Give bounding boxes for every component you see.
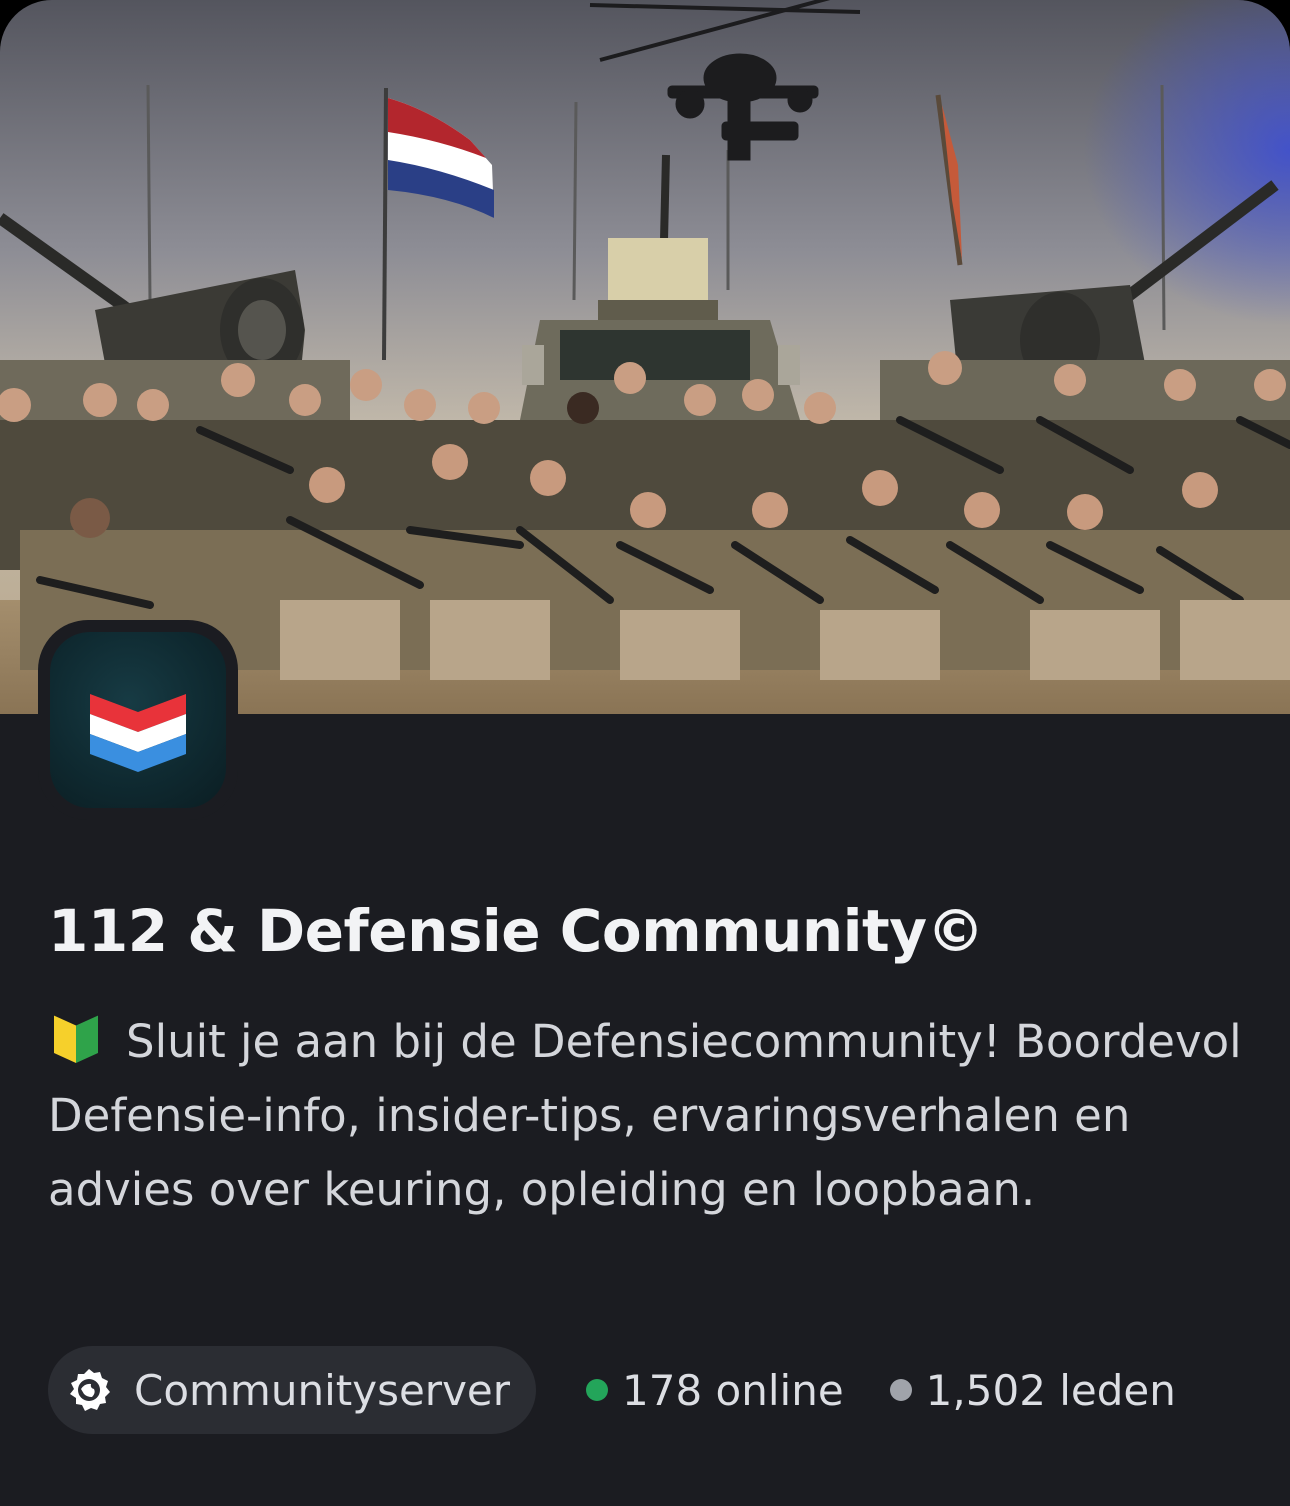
online-status-dot (586, 1379, 609, 1401)
member-count: 1,502 leden (889, 1365, 1176, 1415)
online-count-text: 178 online (622, 1365, 844, 1415)
community-server-label: Communityserver (134, 1365, 511, 1415)
server-banner-image (0, 0, 1290, 714)
server-name: 112 & Defensie Community© (48, 897, 985, 965)
server-card: 112 & Defensie Community© Sluit je aan b… (0, 0, 1290, 1506)
community-server-icon (66, 1367, 112, 1413)
beginner-badge-icon (48, 1009, 104, 1065)
server-icon-frame (38, 620, 238, 820)
online-count: 178 online (586, 1366, 844, 1415)
community-server-badge[interactable]: Communityserver (48, 1346, 537, 1434)
member-count-text: 1,502 leden (925, 1365, 1176, 1415)
server-description: Sluit je aan bij de Defensiecommunity! B… (48, 1005, 1248, 1227)
server-footer: Communityserver 178 online 1,502 leden (48, 1346, 1176, 1434)
dutch-flag-chevron-icon[interactable] (50, 632, 226, 808)
members-status-dot (889, 1379, 912, 1401)
server-description-text: Sluit je aan bij de Defensiecommunity! B… (48, 1015, 1242, 1216)
